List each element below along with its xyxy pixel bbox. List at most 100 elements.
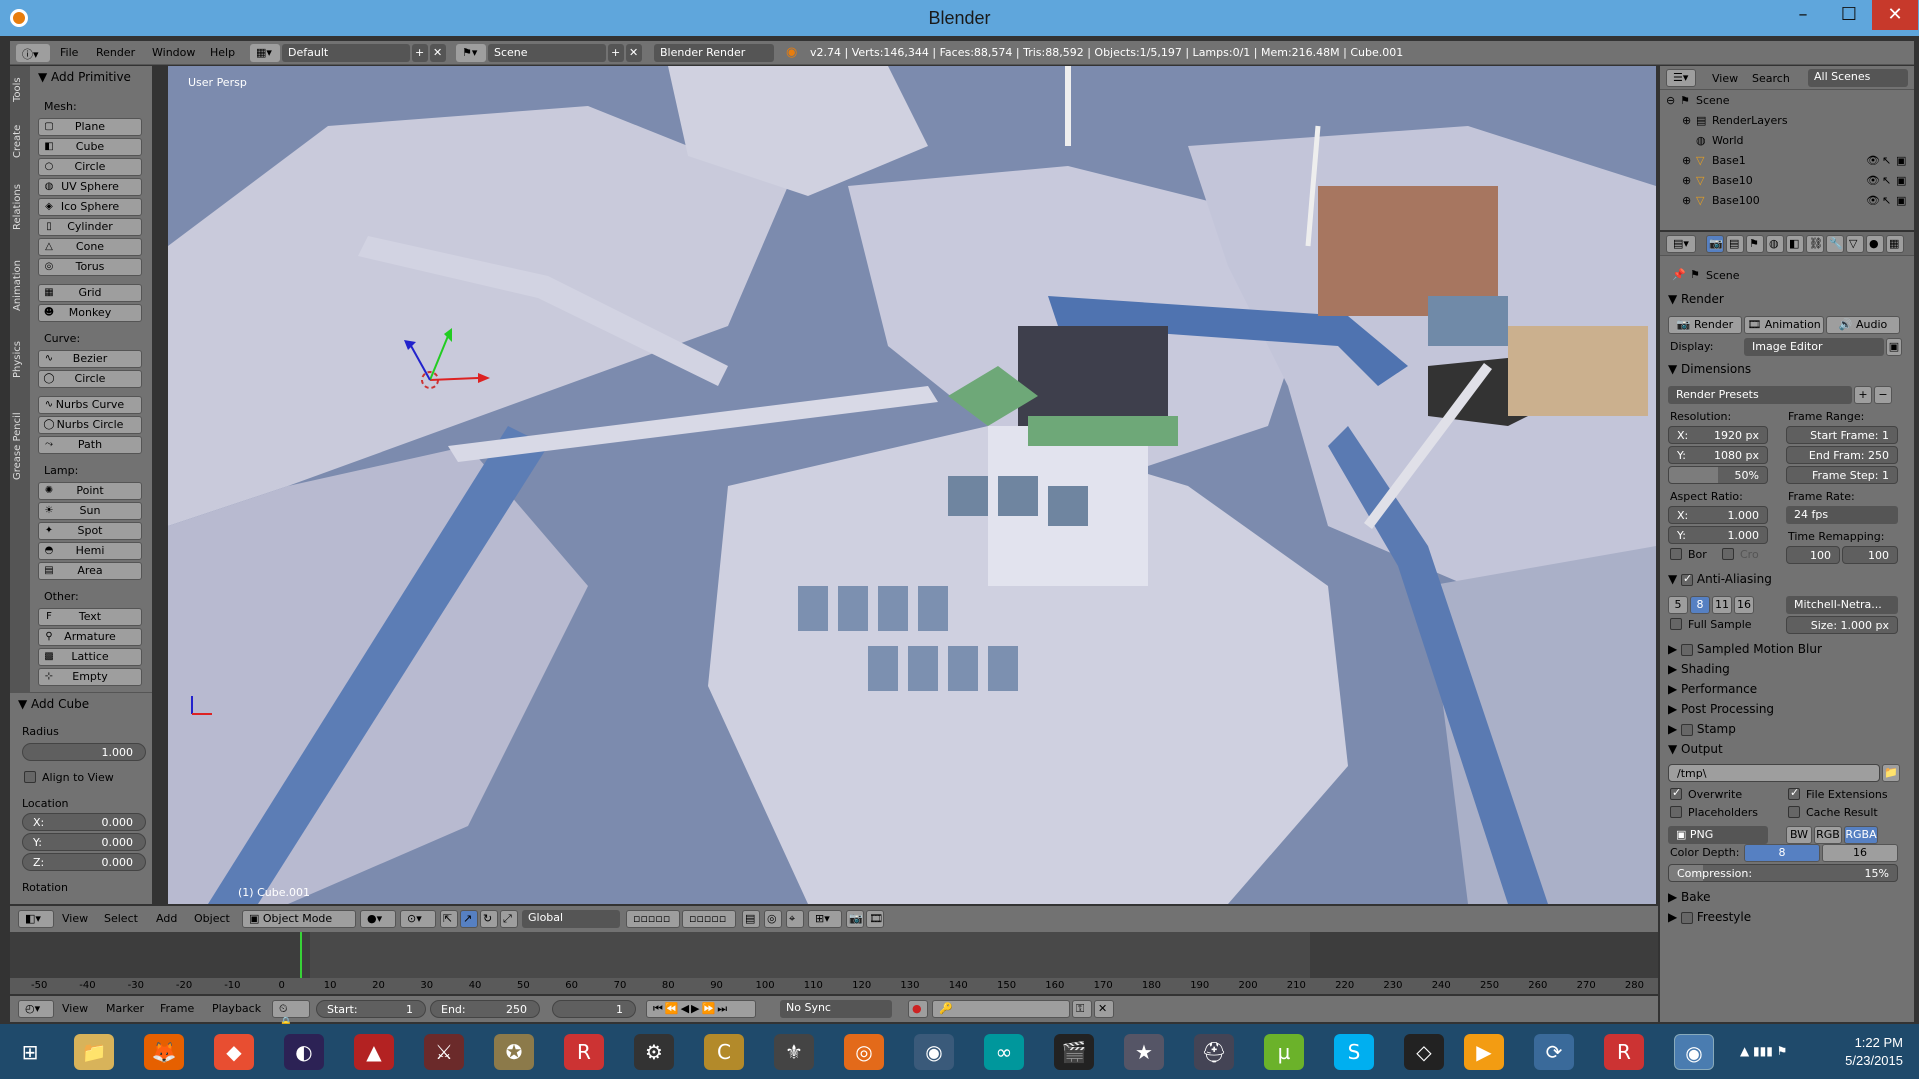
preset-add-button[interactable]: + — [1854, 386, 1872, 404]
media-player-icon[interactable]: ▶ — [1464, 1034, 1504, 1070]
menu-help[interactable]: Help — [210, 46, 235, 59]
scale-manipulator[interactable]: ⤢ — [500, 910, 518, 928]
border-checkbox[interactable] — [1670, 548, 1682, 560]
end-frame-field[interactable]: End: 250 — [430, 1000, 540, 1018]
record-icon[interactable]: ● — [908, 1000, 928, 1018]
skype-icon[interactable]: S — [1334, 1034, 1374, 1070]
display-select[interactable]: Image Editor — [1744, 338, 1884, 356]
playback-controls[interactable]: ⏮⏪◀▶⏩⏭ — [646, 1000, 756, 1018]
pin-icon[interactable]: 📌 — [1672, 268, 1686, 281]
add-torus-button[interactable]: ◎ Torus — [38, 258, 142, 276]
layers-grid-b[interactable]: ▫▫▫▫▫ — [682, 910, 736, 928]
start-frame-field[interactable]: Start: 1 — [316, 1000, 426, 1018]
helmet-app-icon[interactable]: ⛑ — [1194, 1034, 1234, 1070]
insert-keyframe-icon[interactable]: ⚿ — [1072, 1000, 1092, 1018]
maximize-button[interactable]: ☐ — [1826, 0, 1872, 30]
aa-samples-16[interactable]: 16 — [1734, 596, 1754, 614]
output-path-field[interactable]: /tmp\ — [1668, 764, 1880, 782]
arduino-icon[interactable]: ∞ — [984, 1034, 1024, 1070]
minimize-button[interactable]: – — [1780, 0, 1826, 30]
menu-file[interactable]: File — [60, 46, 78, 59]
crusader-game-icon[interactable]: ⚔ — [424, 1034, 464, 1070]
add-cube-button[interactable]: ◧ Cube — [38, 138, 142, 156]
layers-grid-a[interactable]: ▫▫▫▫▫ — [626, 910, 680, 928]
roblox-icon[interactable]: R — [564, 1034, 604, 1070]
data-tab-icon[interactable]: ▽ — [1846, 235, 1864, 253]
render-button[interactable]: 📷 Render — [1668, 316, 1742, 334]
scene-add-button[interactable]: + — [608, 44, 624, 62]
tab-create[interactable]: Create — [12, 116, 28, 166]
modifiers-tab-icon[interactable]: 🔧 — [1826, 235, 1844, 253]
resolution-percentage-field[interactable]: 50% — [1668, 466, 1768, 484]
fps-select[interactable]: 24 fps — [1786, 506, 1898, 524]
motion-blur-panel-header[interactable]: ▶ Sampled Motion Blur — [1668, 642, 1822, 656]
editor-type-timeline-button[interactable]: ◴▾ — [18, 1000, 54, 1018]
add-empty-button[interactable]: ⊹ Empty — [38, 668, 142, 686]
tab-tools[interactable]: Tools — [12, 70, 28, 110]
menu-playback[interactable]: Playback — [212, 1002, 261, 1015]
clock[interactable]: 1:22 PM 5/23/2015 — [1845, 1034, 1903, 1070]
shading-select[interactable]: ●▾ — [360, 910, 396, 928]
scene-remove-button[interactable]: ✕ — [626, 44, 642, 62]
tab-relations[interactable]: Relations — [12, 172, 28, 242]
add-uv-sphere-button[interactable]: ◍ UV Sphere — [38, 178, 142, 196]
menu-select[interactable]: Select — [104, 912, 138, 925]
eclipse-icon[interactable]: ◐ — [284, 1034, 324, 1070]
file-explorer-icon[interactable]: 📁 — [74, 1034, 114, 1070]
bake-panel-header[interactable]: ▶ Bake — [1668, 890, 1711, 904]
stamp-panel-header[interactable]: ▶ Stamp — [1668, 722, 1736, 736]
add-area-lamp-button[interactable]: ▤ Area — [38, 562, 142, 580]
outliner-row-base1[interactable]: ⊕ ▽ Base1 👁 ↖ ▣ — [1660, 154, 1914, 174]
video-editor-icon[interactable]: 🎬 — [1054, 1034, 1094, 1070]
outliner-row-world[interactable]: ◍ World — [1660, 134, 1914, 154]
color-mode-rgb[interactable]: RGB — [1814, 826, 1842, 844]
add-cylinder-button[interactable]: ▯ Cylinder — [38, 218, 142, 236]
render-camera-icon[interactable]: ▣ — [1896, 194, 1906, 207]
tab-grease-pencil[interactable]: Grease Pencil — [12, 396, 28, 496]
animation-button[interactable]: 🎞 Animation — [1744, 316, 1824, 334]
add-hemi-lamp-button[interactable]: ◓ Hemi — [38, 542, 142, 560]
material-tab-icon[interactable]: ● — [1866, 235, 1884, 253]
stamp-checkbox[interactable] — [1681, 723, 1694, 736]
translate-manipulator[interactable]: ↗ — [460, 910, 478, 928]
proportional-edit-icon[interactable]: ◎ — [764, 910, 782, 928]
anti-aliasing-checkbox[interactable] — [1681, 572, 1694, 586]
layout-select[interactable]: Default — [282, 44, 410, 62]
add-text-button[interactable]: F Text — [38, 608, 142, 626]
scene-tab-icon[interactable]: ⚑ — [1746, 235, 1764, 253]
anti-aliasing-panel-header[interactable]: ▼ Anti-Aliasing — [1668, 572, 1772, 587]
audio-button[interactable]: 🔊 Audio — [1826, 316, 1900, 334]
star-app-icon[interactable]: ★ — [1124, 1034, 1164, 1070]
roblox-studio-icon[interactable]: R — [1604, 1034, 1644, 1070]
earth-app-icon[interactable]: ◉ — [914, 1034, 954, 1070]
file-extensions-checkbox[interactable] — [1788, 786, 1800, 800]
steam-icon[interactable]: ⚙ — [634, 1034, 674, 1070]
aa-samples-5[interactable]: 5 — [1668, 596, 1688, 614]
menu-window[interactable]: Window — [152, 46, 195, 59]
app-red-icon[interactable]: ▲ — [354, 1034, 394, 1070]
outliner-filter-select[interactable]: All Scenes — [1808, 69, 1908, 87]
editor-type-3d-button[interactable]: ◧▾ — [18, 910, 54, 928]
menu-marker[interactable]: Marker — [106, 1002, 144, 1015]
aspect-x-field[interactable]: X: 1.000 — [1668, 506, 1768, 524]
layout-remove-button[interactable]: ✕ — [430, 44, 446, 62]
mode-select[interactable]: ▣ Object Mode — [242, 910, 356, 928]
utorrent-icon[interactable]: µ — [1264, 1034, 1304, 1070]
aspect-y-field[interactable]: Y: 1.000 — [1668, 526, 1768, 544]
render-icon[interactable]: 📷 — [846, 910, 864, 928]
select-cursor-icon[interactable]: ↖ — [1882, 174, 1891, 187]
location-z-field[interactable]: Z: 0.000 — [22, 853, 146, 871]
color-mode-rgba[interactable]: RGBA — [1844, 826, 1878, 844]
scene-select[interactable]: Scene — [488, 44, 606, 62]
tray-icons[interactable]: ▲ ▮▮▮ ⚑ — [1740, 1044, 1787, 1058]
skyrim-icon[interactable]: ⚜ — [774, 1034, 814, 1070]
menu-render[interactable]: Render — [96, 46, 135, 59]
editor-type-properties-button[interactable]: ▤▾ — [1666, 235, 1696, 253]
tab-animation[interactable]: Animation — [12, 248, 28, 324]
color-depth-16[interactable]: 16 — [1822, 844, 1898, 862]
crop-checkbox[interactable] — [1722, 548, 1734, 560]
editor-type-outliner-button[interactable]: ☰▾ — [1666, 69, 1696, 87]
folder-browse-icon[interactable]: 📁 — [1882, 764, 1900, 782]
outliner-row-scene[interactable]: ⊖ ⚑ Scene — [1660, 94, 1914, 114]
delete-keyframe-icon[interactable]: ✕ — [1094, 1000, 1114, 1018]
